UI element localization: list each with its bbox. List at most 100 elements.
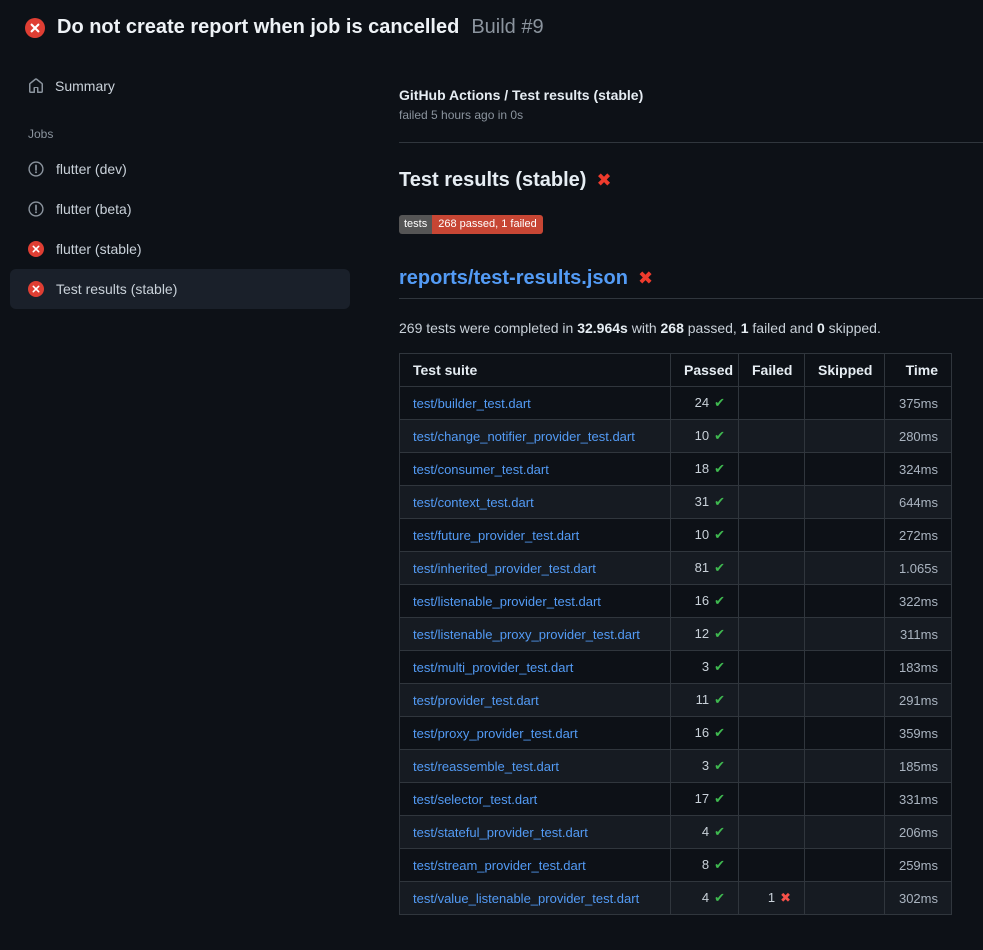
suite-cell: test/multi_provider_test.dart — [400, 651, 671, 684]
passed-count: 24 — [695, 395, 709, 410]
build-number: Build #9 — [471, 16, 543, 39]
sidebar-item-summary[interactable]: Summary — [10, 69, 350, 103]
time-cell: 1.065s — [885, 552, 952, 585]
skipped-cell — [805, 651, 885, 684]
failed-cell — [739, 552, 805, 585]
passed-cell: 16✔ — [671, 717, 739, 750]
passed-cell: 24✔ — [671, 387, 739, 420]
skipped-cell — [805, 585, 885, 618]
results-table-body: test/builder_test.dart24✔375mstest/chang… — [400, 387, 952, 915]
sidebar-item-test-results-stable[interactable]: Test results (stable) — [10, 269, 350, 309]
section-title: Test results (stable) — [399, 169, 586, 192]
report-file-link[interactable]: reports/test-results.json — [399, 267, 628, 290]
tests-status-badge: tests 268 passed, 1 failed — [399, 215, 543, 234]
passed-cell: 12✔ — [671, 618, 739, 651]
passed-count: 12 — [695, 626, 709, 641]
table-row: test/listenable_proxy_provider_test.dart… — [400, 618, 952, 651]
suite-link[interactable]: test/context_test.dart — [413, 495, 534, 510]
suite-cell: test/stateful_provider_test.dart — [400, 816, 671, 849]
suite-cell: test/inherited_provider_test.dart — [400, 552, 671, 585]
passed-count: 16 — [695, 725, 709, 740]
table-row: test/stateful_provider_test.dart4✔206ms — [400, 816, 952, 849]
suite-link[interactable]: test/stateful_provider_test.dart — [413, 825, 588, 840]
failed-cell — [739, 684, 805, 717]
time-cell: 259ms — [885, 849, 952, 882]
sidebar-item-flutter-dev[interactable]: flutter (dev) — [10, 149, 350, 189]
neutral-status-icon — [28, 201, 44, 217]
suite-cell: test/future_provider_test.dart — [400, 519, 671, 552]
suite-link[interactable]: test/value_listenable_provider_test.dart — [413, 891, 639, 906]
passed-cell: 11✔ — [671, 684, 739, 717]
suite-cell: test/consumer_test.dart — [400, 453, 671, 486]
time-cell: 359ms — [885, 717, 952, 750]
failed-cell — [739, 420, 805, 453]
check-icon: ✔ — [714, 660, 725, 675]
suite-link[interactable]: test/future_provider_test.dart — [413, 528, 579, 543]
summary-text: failed and — [749, 320, 818, 336]
skipped-cell — [805, 486, 885, 519]
table-row: test/reassemble_test.dart3✔185ms — [400, 750, 952, 783]
divider — [399, 142, 983, 143]
job-label: Test results (stable) — [56, 281, 177, 297]
passed-count: 3 — [702, 758, 709, 773]
passed-count: 31 — [695, 494, 709, 509]
skipped-cell — [805, 816, 885, 849]
suite-link[interactable]: test/reassemble_test.dart — [413, 759, 559, 774]
skipped-cell — [805, 750, 885, 783]
jobs-nav: flutter (dev) flutter (beta) flutter (st… — [0, 149, 360, 309]
skipped-cell — [805, 783, 885, 816]
suite-cell: test/selector_test.dart — [400, 783, 671, 816]
check-icon: ✔ — [714, 792, 725, 807]
suite-link[interactable]: test/change_notifier_provider_test.dart — [413, 429, 635, 444]
summary-duration: 32.964s — [577, 320, 628, 336]
sidebar-item-flutter-beta[interactable]: flutter (beta) — [10, 189, 350, 229]
skipped-cell — [805, 453, 885, 486]
col-header-skipped: Skipped — [805, 354, 885, 387]
time-cell: 302ms — [885, 882, 952, 915]
suite-link[interactable]: test/provider_test.dart — [413, 693, 539, 708]
cross-mark-icon: ✖ — [638, 270, 653, 288]
passed-count: 10 — [695, 428, 709, 443]
suite-link[interactable]: test/builder_test.dart — [413, 396, 531, 411]
passed-cell: 4✔ — [671, 816, 739, 849]
passed-count: 11 — [696, 692, 710, 707]
failed-cell — [739, 585, 805, 618]
suite-link[interactable]: test/selector_test.dart — [413, 792, 537, 807]
passed-count: 18 — [695, 461, 709, 476]
check-icon: ✔ — [714, 462, 725, 477]
table-row: test/selector_test.dart17✔331ms — [400, 783, 952, 816]
neutral-status-icon — [28, 161, 44, 177]
suite-link[interactable]: test/proxy_provider_test.dart — [413, 726, 578, 741]
table-row: test/listenable_provider_test.dart16✔322… — [400, 585, 952, 618]
suite-cell: test/listenable_provider_test.dart — [400, 585, 671, 618]
failed-cell — [739, 486, 805, 519]
cross-mark-icon: ✖ — [596, 172, 611, 190]
suite-link[interactable]: test/stream_provider_test.dart — [413, 858, 586, 873]
check-icon: ✔ — [714, 858, 725, 873]
suite-link[interactable]: test/multi_provider_test.dart — [413, 660, 573, 675]
suite-link[interactable]: test/inherited_provider_test.dart — [413, 561, 596, 576]
skipped-cell — [805, 684, 885, 717]
suite-link[interactable]: test/listenable_proxy_provider_test.dart — [413, 627, 640, 642]
passed-cell: 3✔ — [671, 651, 739, 684]
time-cell: 280ms — [885, 420, 952, 453]
failed-status-icon — [25, 18, 45, 38]
suite-link[interactable]: test/consumer_test.dart — [413, 462, 549, 477]
suite-cell: test/proxy_provider_test.dart — [400, 717, 671, 750]
suite-link[interactable]: test/listenable_provider_test.dart — [413, 594, 601, 609]
breadcrumb: GitHub Actions / Test results (stable) — [399, 87, 983, 103]
passed-count: 10 — [695, 527, 709, 542]
passed-cell: 16✔ — [671, 585, 739, 618]
failed-cell — [739, 816, 805, 849]
check-icon: ✔ — [714, 528, 725, 543]
passed-cell: 4✔ — [671, 882, 739, 915]
summary-text: with — [628, 320, 661, 336]
failed-cell — [739, 618, 805, 651]
passed-count: 4 — [702, 890, 709, 905]
check-icon: ✔ — [714, 891, 725, 906]
sidebar-item-flutter-stable[interactable]: flutter (stable) — [10, 229, 350, 269]
passed-cell: 10✔ — [671, 420, 739, 453]
run-header: Do not create report when job is cancell… — [0, 0, 983, 53]
passed-cell: 18 ✔ — [671, 453, 739, 486]
time-cell: 311ms — [885, 618, 952, 651]
